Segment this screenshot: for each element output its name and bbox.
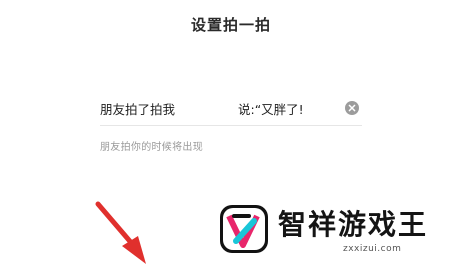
pat-suffix-input[interactable]: 说:“又胖了! (238, 99, 304, 118)
zhixiang-logo-icon (216, 201, 272, 257)
pat-prefix-label: 朋友拍了拍我 (100, 102, 176, 117)
watermark-domain: zxxizui.com (343, 244, 402, 254)
red-arrow-icon (90, 198, 160, 264)
clear-icon[interactable] (344, 100, 360, 116)
pat-suffix-row: 朋友拍了拍我 说:“又胖了! (100, 93, 362, 126)
pat-hint-text: 朋友拍你的时候将出现 (100, 142, 203, 153)
page-title: 设置拍一拍 (190, 16, 271, 34)
watermark: 智祥游戏王 zxxizui.com (211, 197, 462, 264)
watermark-brand: 智祥游戏王 (278, 208, 429, 241)
